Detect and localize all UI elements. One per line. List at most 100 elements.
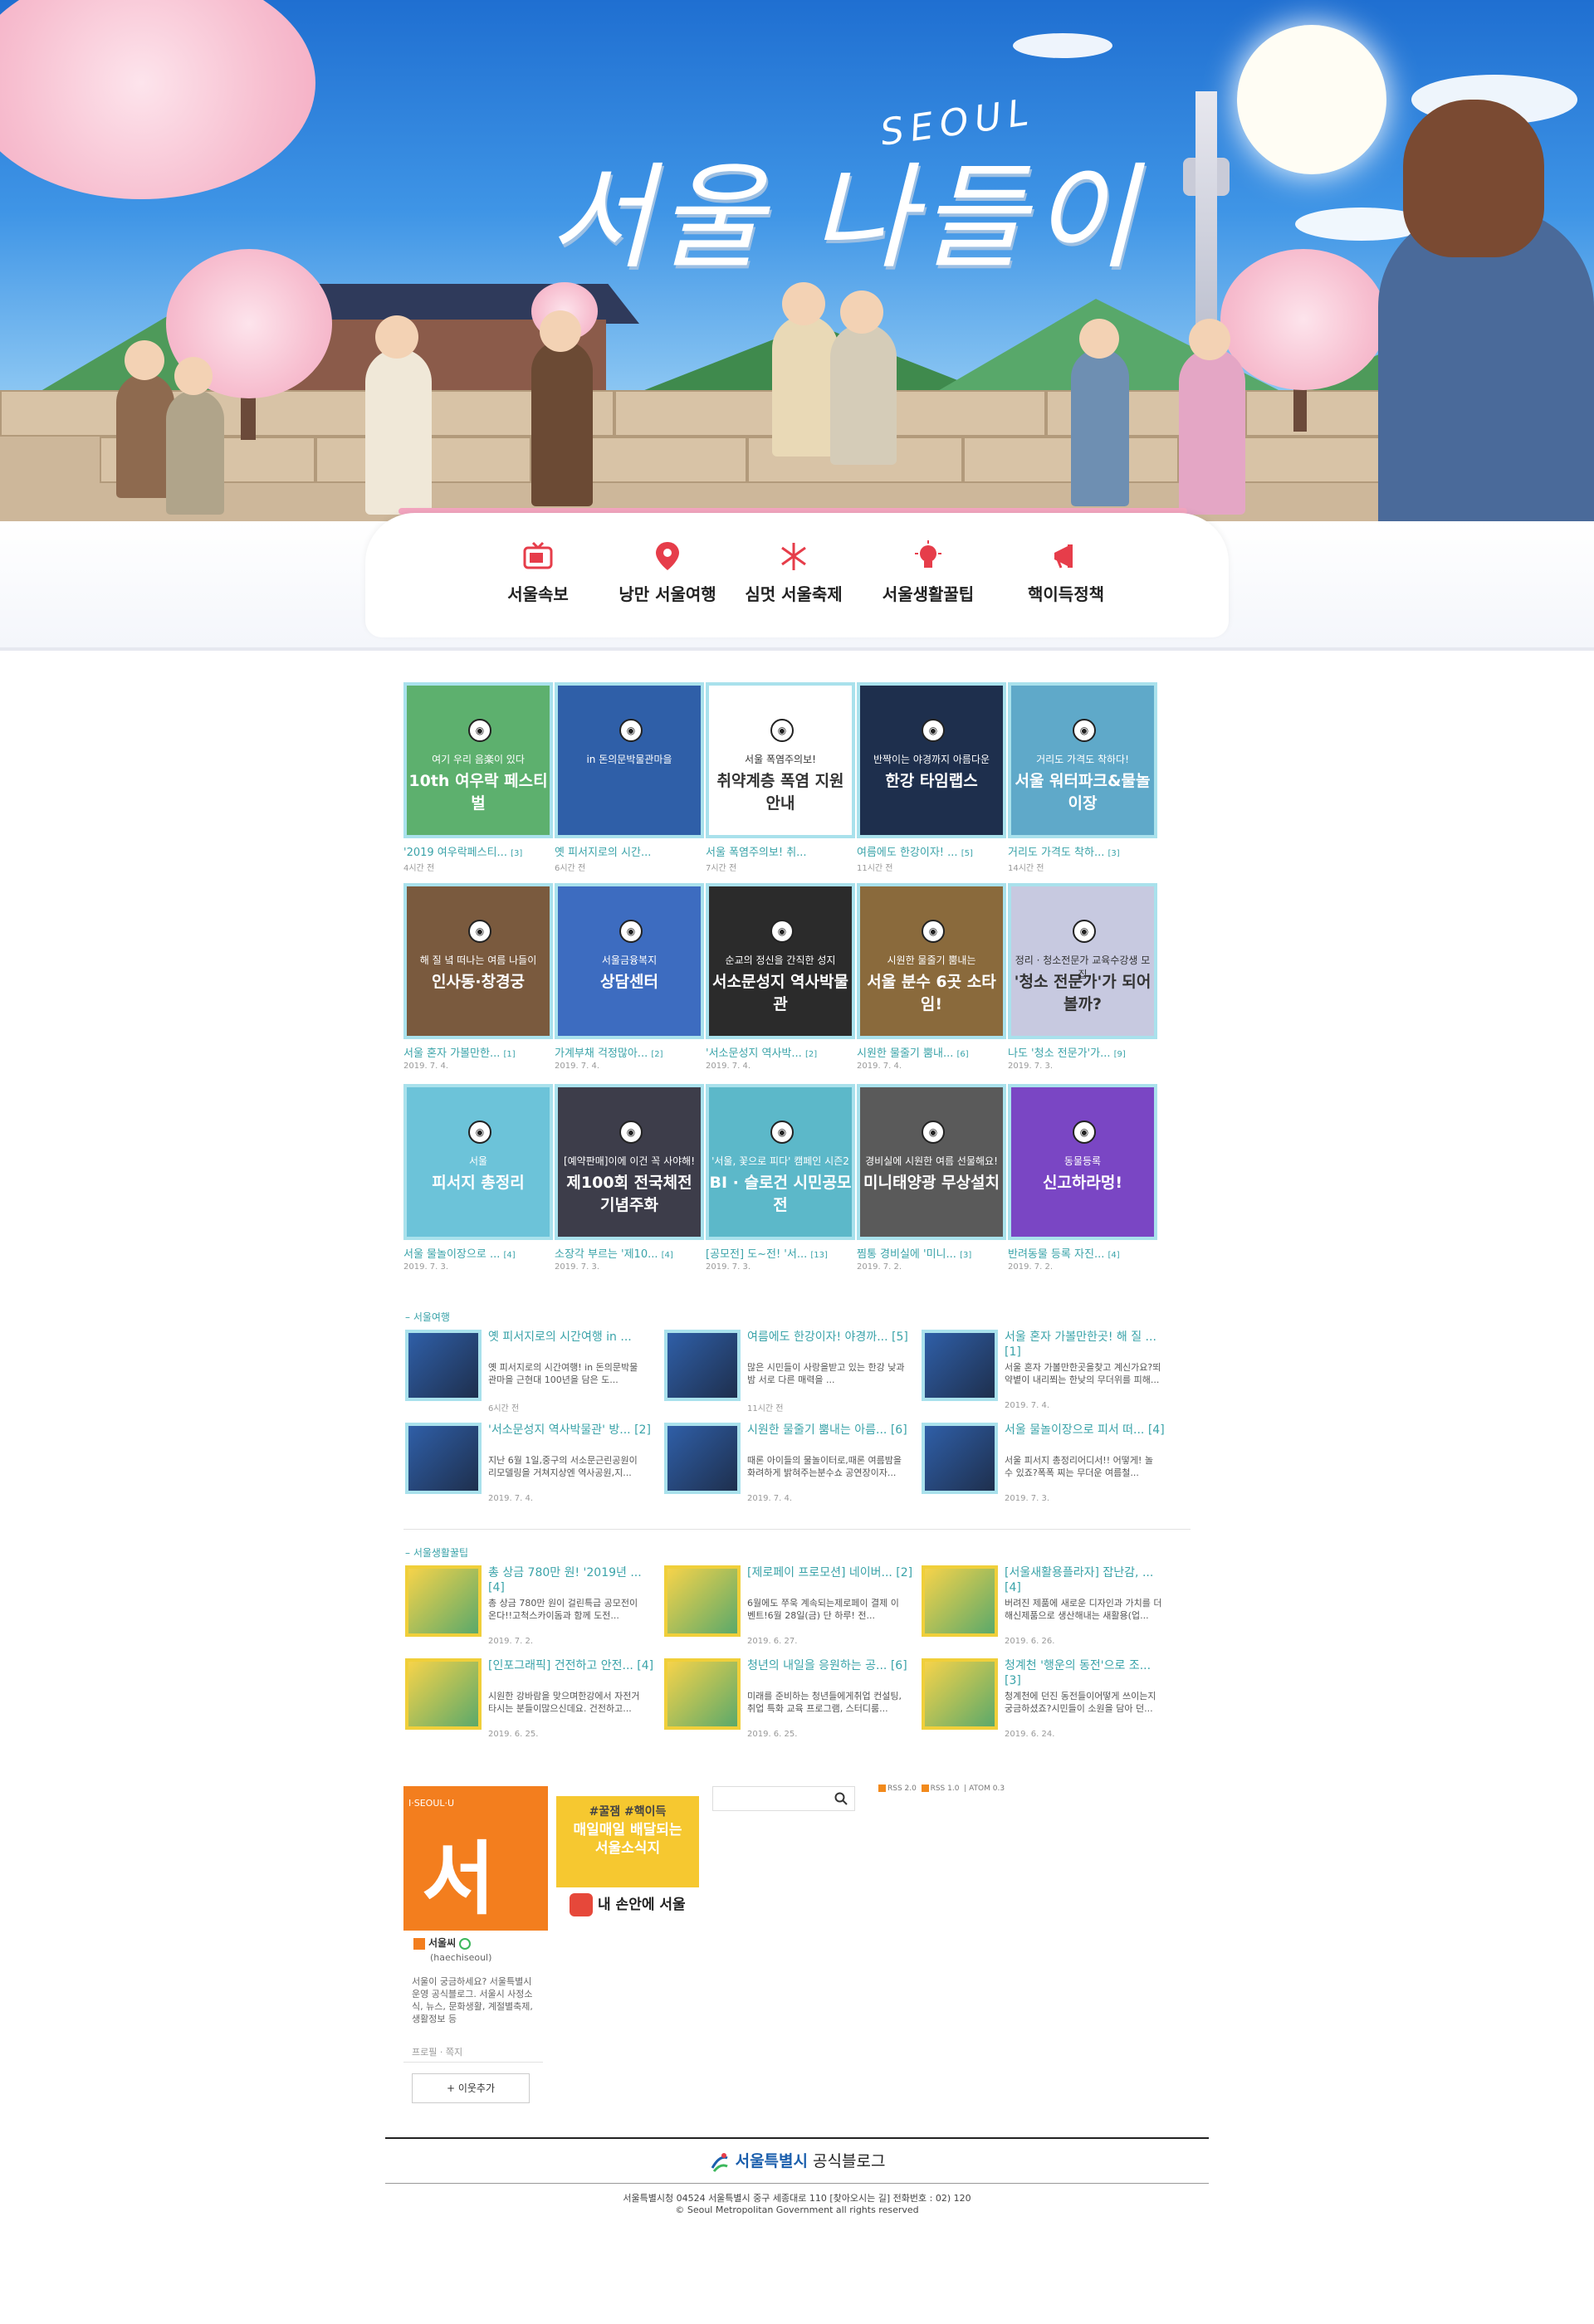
list-title[interactable]: 청년의 내일을 응원하는 공... [6] bbox=[747, 1658, 913, 1673]
list-thumbnail[interactable] bbox=[664, 1423, 741, 1494]
nav-item-news[interactable]: 서울속보 bbox=[472, 540, 604, 614]
grid-card[interactable]: ◉ 경비실에 시원한 여름 선물해요! 미니태양광 무상설치찜통 경비실에 '미니.… bbox=[857, 1084, 1006, 1286]
add-neighbor-button[interactable]: + 이웃추가 bbox=[412, 2073, 530, 2103]
list-item[interactable]: 시원한 물줄기 뿜내는 아름... [6] 때론 아이들의 물놀이터로,때론 여름… bbox=[664, 1423, 913, 1506]
list-item[interactable]: 총 상금 780만 원! '2019년 ... [4] 총 상금 780만 원이 … bbox=[405, 1565, 654, 1648]
post-title[interactable]: 여름에도 한강이자! ... [5] bbox=[857, 843, 1006, 859]
post-thumbnail[interactable]: ◉ 서울금융복지 상담센터 bbox=[555, 883, 704, 1039]
list-title[interactable]: 서울 물놀이장으로 피서 떠... [4] bbox=[1005, 1423, 1171, 1438]
post-thumbnail[interactable]: ◉ 반짝이는 야경까지 아름다운 한강 타임랩스 bbox=[857, 682, 1006, 838]
grid-card[interactable]: ◉ 서울금융복지 상담센터 가계부채 걱정많아... [2] 2019. 7. 4. bbox=[555, 883, 704, 1086]
post-thumbnail[interactable]: ◉ 거리도 가격도 착하다! 서울 워터파크&물놀이장 bbox=[1008, 682, 1157, 838]
grid-card[interactable]: ◉ 서울 폭염주의보! 취약계층 폭염 지원 안내 서울 폭염주의보! 취... 7시… bbox=[706, 682, 855, 885]
post-title[interactable]: '2019 여우락페스티... [3] bbox=[403, 843, 553, 859]
post-title[interactable]: '서소문성지 역사박... [2] bbox=[706, 1044, 855, 1060]
grid-card[interactable]: ◉ 서울 피서지 총정리 서울 물놀이장으로 ... [4] 2019. 7. 3. bbox=[403, 1084, 553, 1286]
post-thumbnail[interactable]: ◉ 동물등록 신고하라멍! bbox=[1008, 1084, 1157, 1240]
newsletter-banner[interactable]: #꿀잼 #핵이득 매일매일 배달되는 서울소식지 bbox=[556, 1796, 699, 1887]
list-thumbnail[interactable] bbox=[664, 1658, 741, 1730]
list-title[interactable]: '서소문성지 역사박물관' 방... [2] bbox=[488, 1423, 654, 1438]
rss-2-link[interactable]: RSS 2.0 bbox=[887, 1784, 917, 1793]
thumbnail-title: 서울 분수 6곳 소타임! bbox=[867, 973, 996, 1013]
list-item[interactable]: [제로페이 프로모션] 네이버... [2] 6월에도 쭈욱 계속되는제로페이 결… bbox=[664, 1565, 913, 1648]
post-title[interactable]: 나도 '청소 전문가'가... [9] bbox=[1008, 1044, 1157, 1060]
post-thumbnail[interactable]: ◉ 정리 · 청소전문가 교육수강생 모집 '청소 전문가'가 되어볼까? bbox=[1008, 883, 1157, 1039]
list-description: 때론 아이들의 물놀이터로,때론 여름밤을 화려하게 밝혀주는분수쇼 공연장이자… bbox=[747, 1455, 902, 1478]
footer-logo[interactable]: 서울특별시 공식블로그 bbox=[0, 2149, 1594, 2173]
post-thumbnail[interactable]: ◉ 해 질 녘 떠나는 여름 나들이 인사동·창경궁 bbox=[403, 883, 553, 1039]
grid-card[interactable]: ◉ in 돈의문박물관마을 옛 피서지로의 시간... 6시간 전 bbox=[555, 682, 704, 885]
list-title[interactable]: 서울 혼자 가볼만한곳! 해 질 ... [1] bbox=[1005, 1330, 1171, 1360]
grid-card[interactable]: ◉ 시원한 물줄기 뿜내는 서울 분수 6곳 소타임! 시원한 물줄기 뿜내... [… bbox=[857, 883, 1006, 1086]
list-item[interactable]: 청계천 '행운의 동전'으로 조... [3] 청계천에 던진 동전들이어떻게 쓰… bbox=[922, 1658, 1171, 1741]
post-title[interactable]: 소장각 부르는 '제10... [4] bbox=[555, 1245, 704, 1261]
nav-item-tips[interactable]: 서울생활꿀팁 bbox=[862, 540, 995, 614]
list-item[interactable]: 서울 물놀이장으로 피서 떠... [4] 서울 피서지 총정리어디서!! 어떻게… bbox=[922, 1423, 1171, 1506]
nav-item-travel[interactable]: 낭만 서울여행 bbox=[601, 540, 734, 614]
list-title[interactable]: [서울새활용플라자] 잡난감, ... [4] bbox=[1005, 1565, 1171, 1595]
list-title[interactable]: 여름에도 한강이자! 야경까... [5] bbox=[747, 1330, 913, 1345]
post-title[interactable]: 찜통 경비실에 '미니... [3] bbox=[857, 1245, 1006, 1261]
list-title[interactable]: 청계천 '행운의 동전'으로 조... [3] bbox=[1005, 1658, 1171, 1688]
post-title[interactable]: 서울 폭염주의보! 취... bbox=[706, 843, 855, 859]
banner-footer[interactable]: 내 손안에 서울 bbox=[570, 1892, 686, 1916]
post-title[interactable]: 시원한 물줄기 뿜내... [6] bbox=[857, 1044, 1006, 1060]
post-thumbnail[interactable]: ◉ 여기 우리 음楽이 있다 10th 여우락 페스티벌 bbox=[403, 682, 553, 838]
list-thumbnail[interactable] bbox=[405, 1658, 482, 1730]
list-thumbnail[interactable] bbox=[922, 1330, 998, 1401]
grid-card[interactable]: ◉ 반짝이는 야경까지 아름다운 한강 타임랩스여름에도 한강이자! ... [5]… bbox=[857, 682, 1006, 885]
list-title[interactable]: 시원한 물줄기 뿜내는 아름... [6] bbox=[747, 1423, 913, 1438]
list-title[interactable]: [인포그래픽] 건전하고 안전... [4] bbox=[488, 1658, 654, 1673]
list-title[interactable]: 총 상금 780만 원! '2019년 ... [4] bbox=[488, 1565, 654, 1595]
post-thumbnail[interactable]: ◉ '서울, 꽃으로 피다' 캠페인 시즌2 BI · 슬로건 시민공모전 bbox=[706, 1084, 855, 1240]
grid-card[interactable]: ◉ 동물등록 신고하라멍! 반려동물 등록 자진... [4] 2019. 7. 2. bbox=[1008, 1084, 1157, 1286]
post-thumbnail[interactable]: ◉ [예약판매]이에 이건 꼭 사야해! 제100회 전국체전 기념주화 bbox=[555, 1084, 704, 1240]
post-thumbnail[interactable]: ◉ 순교의 정신을 간직한 성지 서소문성지 역사박물관 bbox=[706, 883, 855, 1039]
grid-card[interactable]: ◉ 여기 우리 음楽이 있다 10th 여우락 페스티벌 '2019 여우락페스티..… bbox=[403, 682, 553, 885]
grid-card[interactable]: ◉ [예약판매]이에 이건 꼭 사야해! 제100회 전국체전 기념주화소장각 부르… bbox=[555, 1084, 704, 1286]
list-item[interactable]: 옛 피서지로의 시간여행 in ... 옛 피서지로의 시간여행! in 돈의문박… bbox=[405, 1330, 654, 1413]
nav-item-festival[interactable]: 심멋 서울축제 bbox=[727, 540, 860, 614]
list-item[interactable]: 서울 혼자 가볼만한곳! 해 질 ... [1] 서울 혼자 가볼만한곳을찾고 계… bbox=[922, 1330, 1171, 1413]
list-item[interactable]: 청년의 내일을 응원하는 공... [6] 미래를 준비하는 청년들에게취업 컨설… bbox=[664, 1658, 913, 1741]
list-item[interactable]: '서소문성지 역사박물관' 방... [2] 지난 6월 1일,중구의 서소문근린… bbox=[405, 1423, 654, 1506]
post-thumbnail[interactable]: ◉ 시원한 물줄기 뿜내는 서울 분수 6곳 소타임! bbox=[857, 883, 1006, 1039]
list-thumbnail[interactable] bbox=[922, 1565, 998, 1637]
grid-card[interactable]: ◉ 순교의 정신을 간직한 성지 서소문성지 역사박물관 '서소문성지 역사박... … bbox=[706, 883, 855, 1086]
list-item[interactable]: 여름에도 한강이자! 야경까... [5] 많은 시민들이 사랑을받고 있는 한강… bbox=[664, 1330, 913, 1413]
profile-links[interactable]: 프로필 · 쪽지 bbox=[412, 2045, 462, 2058]
post-thumbnail[interactable]: ◉ 경비실에 시원한 여름 선물해요! 미니태양광 무상설치 bbox=[857, 1084, 1006, 1240]
nav-item-policy[interactable]: 핵이득정책 bbox=[1000, 540, 1132, 614]
list-item[interactable]: [인포그래픽] 건전하고 안전... [4] 시원한 강바람을 맞으며한강에서 자… bbox=[405, 1658, 654, 1741]
grid-card[interactable]: ◉ 거리도 가격도 착하다! 서울 워터파크&물놀이장거리도 가격도 착하... [… bbox=[1008, 682, 1157, 885]
post-thumbnail[interactable]: ◉ in 돈의문박물관마을 bbox=[555, 682, 704, 838]
list-thumbnail[interactable] bbox=[922, 1423, 998, 1494]
grid-card[interactable]: ◉ 정리 · 청소전문가 교육수강생 모집 '청소 전문가'가 되어볼까? 나도 '청… bbox=[1008, 883, 1157, 1086]
post-title[interactable]: 서울 혼자 가볼만한... [1] bbox=[403, 1044, 553, 1060]
list-thumbnail[interactable] bbox=[664, 1330, 741, 1401]
grid-card[interactable]: ◉ '서울, 꽃으로 피다' 캠페인 시즌2 BI · 슬로건 시민공모전 [공모전]… bbox=[706, 1084, 855, 1286]
search-box[interactable] bbox=[712, 1786, 855, 1811]
post-title[interactable]: 반려동물 등록 자진... [4] bbox=[1008, 1245, 1157, 1261]
list-title[interactable]: [제로페이 프로모션] 네이버... [2] bbox=[747, 1565, 913, 1580]
post-thumbnail[interactable]: ◉ 서울 폭염주의보! 취약계층 폭염 지원 안내 bbox=[706, 682, 855, 838]
hero-banner: SEOUL 서울 나들이 bbox=[0, 0, 1594, 531]
post-title[interactable]: 서울 물놀이장으로 ... [4] bbox=[403, 1245, 553, 1261]
list-thumbnail[interactable] bbox=[664, 1565, 741, 1637]
post-title[interactable]: 거리도 가격도 착하... [3] bbox=[1008, 843, 1157, 859]
list-thumbnail[interactable] bbox=[405, 1565, 482, 1637]
atom-link[interactable]: ATOM 0.3 bbox=[969, 1784, 1005, 1793]
profile-image[interactable]: I·SEOUL·U 서울 bbox=[403, 1786, 548, 1931]
grid-card[interactable]: ◉ 해 질 녘 떠나는 여름 나들이 인사동·창경궁서울 혼자 가볼만한... [1… bbox=[403, 883, 553, 1086]
post-title[interactable]: [공모전] 도~전! '서... [13] bbox=[706, 1245, 855, 1261]
list-thumbnail[interactable] bbox=[922, 1658, 998, 1730]
list-item[interactable]: [서울새활용플라자] 잡난감, ... [4] 버려진 제품에 새로운 디자인과 … bbox=[922, 1565, 1171, 1648]
list-thumbnail[interactable] bbox=[405, 1423, 482, 1494]
rss-1-link[interactable]: RSS 1.0 bbox=[931, 1784, 960, 1793]
list-thumbnail[interactable] bbox=[405, 1330, 482, 1401]
list-title[interactable]: 옛 피서지로의 시간여행 in ... bbox=[488, 1330, 654, 1345]
search-icon[interactable] bbox=[834, 1792, 848, 1805]
post-title[interactable]: 가계부채 걱정많아... [2] bbox=[555, 1044, 704, 1060]
post-thumbnail[interactable]: ◉ 서울 피서지 총정리 bbox=[403, 1084, 553, 1240]
post-title[interactable]: 옛 피서지로의 시간... bbox=[555, 843, 704, 859]
